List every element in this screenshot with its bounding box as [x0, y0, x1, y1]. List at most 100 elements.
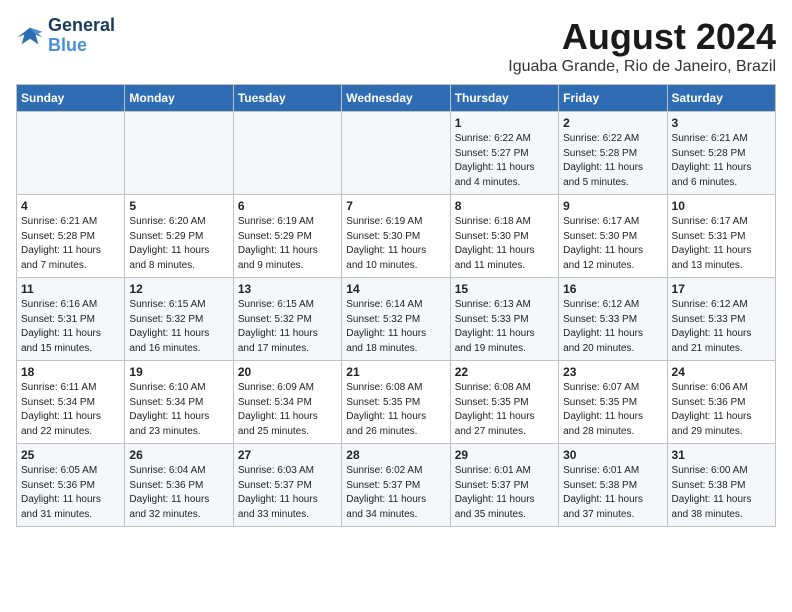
day-details: Sunrise: 6:06 AM Sunset: 5:36 PM Dayligh…	[672, 381, 771, 439]
calendar-cell: 29 Sunrise: 6:01 AM Sunset: 5:37 PM Dayli…	[450, 444, 558, 527]
week-row-4: 18 Sunrise: 6:11 AM Sunset: 5:34 PM Dayli…	[17, 361, 776, 444]
day-number: 29	[455, 448, 554, 462]
calendar-cell: 10 Sunrise: 6:17 AM Sunset: 5:31 PM Dayli…	[667, 195, 775, 278]
calendar-cell: 1 Sunrise: 6:22 AM Sunset: 5:27 PM Daylig…	[450, 112, 558, 195]
day-number: 18	[21, 365, 120, 379]
day-details: Sunrise: 6:17 AM Sunset: 5:30 PM Dayligh…	[563, 215, 662, 273]
calendar-header-row: SundayMondayTuesdayWednesdayThursdayFrid…	[17, 85, 776, 112]
calendar-cell: 26 Sunrise: 6:04 AM Sunset: 5:36 PM Dayli…	[125, 444, 233, 527]
column-header-thursday: Thursday	[450, 85, 558, 112]
calendar-cell: 12Sunrise: 6:15 AM Sunset: 5:32 PM Dayli…	[125, 278, 233, 361]
calendar-cell: 14 Sunrise: 6:14 AM Sunset: 5:32 PM Dayli…	[342, 278, 450, 361]
calendar-cell	[17, 112, 125, 195]
day-number: 1	[455, 116, 554, 130]
calendar-table: SundayMondayTuesdayWednesdayThursdayFrid…	[16, 84, 776, 527]
day-details: Sunrise: 6:21 AM Sunset: 5:28 PM Dayligh…	[672, 132, 771, 190]
day-number: 28	[346, 448, 445, 462]
day-number: 31	[672, 448, 771, 462]
column-header-tuesday: Tuesday	[233, 85, 341, 112]
day-details: Sunrise: 6:07 AM Sunset: 5:35 PM Dayligh…	[563, 381, 662, 439]
day-number: 6	[238, 199, 337, 213]
page-subtitle: Iguaba Grande, Rio de Janeiro, Brazil	[508, 58, 776, 76]
day-details: Sunrise: 6:22 AM Sunset: 5:27 PM Dayligh…	[455, 132, 554, 190]
day-details: Sunrise: 6:09 AM Sunset: 5:34 PM Dayligh…	[238, 381, 337, 439]
day-number: 23	[563, 365, 662, 379]
calendar-cell: 28 Sunrise: 6:02 AM Sunset: 5:37 PM Dayli…	[342, 444, 450, 527]
calendar-cell: 15 Sunrise: 6:13 AM Sunset: 5:33 PM Dayli…	[450, 278, 558, 361]
day-details: Sunrise: 6:10 AM Sunset: 5:34 PM Dayligh…	[129, 381, 228, 439]
day-details: Sunrise: 6:13 AM Sunset: 5:33 PM Dayligh…	[455, 298, 554, 356]
logo: General Blue	[16, 16, 115, 56]
day-number: 22	[455, 365, 554, 379]
calendar-cell: 3Sunrise: 6:21 AM Sunset: 5:28 PM Daylig…	[667, 112, 775, 195]
day-details: Sunrise: 6:03 AM Sunset: 5:37 PM Dayligh…	[238, 464, 337, 522]
column-header-saturday: Saturday	[667, 85, 775, 112]
calendar-cell: 4 Sunrise: 6:21 AM Sunset: 5:28 PM Daylig…	[17, 195, 125, 278]
calendar-cell: 31 Sunrise: 6:00 AM Sunset: 5:38 PM Dayli…	[667, 444, 775, 527]
day-details: Sunrise: 6:14 AM Sunset: 5:32 PM Dayligh…	[346, 298, 445, 356]
day-details: Sunrise: 6:12 AM Sunset: 5:33 PM Dayligh…	[672, 298, 771, 356]
day-number: 19	[129, 365, 228, 379]
week-row-1: 1 Sunrise: 6:22 AM Sunset: 5:27 PM Daylig…	[17, 112, 776, 195]
day-number: 15	[455, 282, 554, 296]
calendar-cell	[342, 112, 450, 195]
calendar-cell: 21 Sunrise: 6:08 AM Sunset: 5:35 PM Dayli…	[342, 361, 450, 444]
calendar-cell	[233, 112, 341, 195]
calendar-cell: 27 Sunrise: 6:03 AM Sunset: 5:37 PM Dayli…	[233, 444, 341, 527]
calendar-cell: 18 Sunrise: 6:11 AM Sunset: 5:34 PM Dayli…	[17, 361, 125, 444]
logo-text: General Blue	[48, 16, 115, 56]
day-details: Sunrise: 6:04 AM Sunset: 5:36 PM Dayligh…	[129, 464, 228, 522]
day-number: 27	[238, 448, 337, 462]
day-details: Sunrise: 6:19 AM Sunset: 5:30 PM Dayligh…	[346, 215, 445, 273]
day-number: 10	[672, 199, 771, 213]
calendar-cell: 23 Sunrise: 6:07 AM Sunset: 5:35 PM Dayli…	[559, 361, 667, 444]
day-details: Sunrise: 6:11 AM Sunset: 5:34 PM Dayligh…	[21, 381, 120, 439]
day-details: Sunrise: 6:21 AM Sunset: 5:28 PM Dayligh…	[21, 215, 120, 273]
calendar-cell: 30 Sunrise: 6:01 AM Sunset: 5:38 PM Dayli…	[559, 444, 667, 527]
column-header-wednesday: Wednesday	[342, 85, 450, 112]
calendar-cell	[125, 112, 233, 195]
calendar-cell: 19 Sunrise: 6:10 AM Sunset: 5:34 PM Dayli…	[125, 361, 233, 444]
day-number: 21	[346, 365, 445, 379]
day-number: 16	[563, 282, 662, 296]
day-details: Sunrise: 6:02 AM Sunset: 5:37 PM Dayligh…	[346, 464, 445, 522]
day-number: 17	[672, 282, 771, 296]
day-number: 24	[672, 365, 771, 379]
day-number: 7	[346, 199, 445, 213]
week-row-2: 4 Sunrise: 6:21 AM Sunset: 5:28 PM Daylig…	[17, 195, 776, 278]
day-number: 4	[21, 199, 120, 213]
column-header-friday: Friday	[559, 85, 667, 112]
day-number: 13	[238, 282, 337, 296]
day-details: Sunrise: 6:00 AM Sunset: 5:38 PM Dayligh…	[672, 464, 771, 522]
calendar-cell: 7 Sunrise: 6:19 AM Sunset: 5:30 PM Daylig…	[342, 195, 450, 278]
day-details: Sunrise: 6:17 AM Sunset: 5:31 PM Dayligh…	[672, 215, 771, 273]
calendar-cell: 9 Sunrise: 6:17 AM Sunset: 5:30 PM Daylig…	[559, 195, 667, 278]
column-header-monday: Monday	[125, 85, 233, 112]
day-number: 11	[21, 282, 120, 296]
day-number: 8	[455, 199, 554, 213]
day-details: Sunrise: 6:20 AM Sunset: 5:29 PM Dayligh…	[129, 215, 228, 273]
day-number: 30	[563, 448, 662, 462]
calendar-cell: 20 Sunrise: 6:09 AM Sunset: 5:34 PM Dayli…	[233, 361, 341, 444]
day-number: 14	[346, 282, 445, 296]
week-row-3: 11Sunrise: 6:16 AM Sunset: 5:31 PM Dayli…	[17, 278, 776, 361]
day-number: 9	[563, 199, 662, 213]
day-number: 12	[129, 282, 228, 296]
day-details: Sunrise: 6:08 AM Sunset: 5:35 PM Dayligh…	[455, 381, 554, 439]
logo-bird-icon	[16, 22, 44, 50]
day-details: Sunrise: 6:08 AM Sunset: 5:35 PM Dayligh…	[346, 381, 445, 439]
page-header: General Blue August 2024 Iguaba Grande, …	[16, 16, 776, 76]
day-number: 20	[238, 365, 337, 379]
day-details: Sunrise: 6:01 AM Sunset: 5:38 PM Dayligh…	[563, 464, 662, 522]
day-details: Sunrise: 6:19 AM Sunset: 5:29 PM Dayligh…	[238, 215, 337, 273]
page-title: August 2024	[508, 16, 776, 58]
calendar-cell: 11Sunrise: 6:16 AM Sunset: 5:31 PM Dayli…	[17, 278, 125, 361]
day-details: Sunrise: 6:18 AM Sunset: 5:30 PM Dayligh…	[455, 215, 554, 273]
calendar-cell: 25Sunrise: 6:05 AM Sunset: 5:36 PM Dayli…	[17, 444, 125, 527]
day-number: 26	[129, 448, 228, 462]
day-number: 2	[563, 116, 662, 130]
calendar-cell: 5Sunrise: 6:20 AM Sunset: 5:29 PM Daylig…	[125, 195, 233, 278]
day-details: Sunrise: 6:22 AM Sunset: 5:28 PM Dayligh…	[563, 132, 662, 190]
day-details: Sunrise: 6:01 AM Sunset: 5:37 PM Dayligh…	[455, 464, 554, 522]
title-block: August 2024 Iguaba Grande, Rio de Janeir…	[508, 16, 776, 76]
